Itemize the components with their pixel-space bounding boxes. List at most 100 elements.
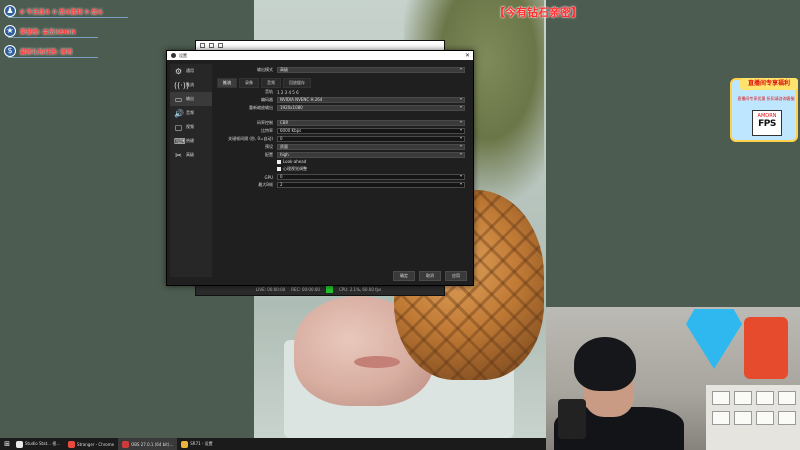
- folder-taskbar-icon: [181, 440, 189, 448]
- subtab-0[interactable]: 推流: [217, 78, 237, 88]
- rescale-select[interactable]: 1920x1080: [277, 105, 465, 111]
- nav-item-label: 视频: [186, 124, 194, 129]
- gpu-row: GPU 0: [215, 174, 465, 180]
- subtab-3[interactable]: 回放缓存: [283, 78, 311, 88]
- overlay-row: ★ 荣誉榜: 会员REIGN: [4, 24, 75, 38]
- bframes-row: 最大B帧 2: [215, 182, 465, 188]
- taskbar-item-3[interactable]: SR71 - 设置: [177, 438, 216, 450]
- nav-item-3[interactable]: 🔊 音频: [170, 106, 212, 120]
- taskbar-item-1[interactable]: Stranger - Chrome: [64, 438, 118, 450]
- chrome-taskbar-icon: [68, 440, 76, 448]
- video-icon: ▢: [174, 122, 183, 132]
- nav-item-label: 高级: [186, 152, 194, 157]
- taskbar: ⊞ Studio Stat... 视... Stranger - Chrome OB…: [0, 438, 546, 450]
- rate-control-row: 码率控制 CBR: [215, 120, 465, 126]
- psycho-visual-checkbox[interactable]: 心理视觉调整: [277, 166, 307, 172]
- nav-item-2[interactable]: ▭ 输出: [170, 92, 212, 106]
- keyframe-input[interactable]: 0: [277, 136, 465, 142]
- nav-item-4[interactable]: ▢ 视频: [170, 120, 212, 134]
- promo-title: 直播间专享福利: [740, 78, 798, 90]
- overlay-text: 最新礼物打赏: 狮哥: [20, 48, 73, 56]
- output-settings-panel: 输出模式 高级 推流录像音频回放缓存 音轨 1 2 3 4 5 6 编码器 NV…: [215, 64, 471, 277]
- dialog-title: 设置: [179, 52, 187, 58]
- overlay-underline: [8, 37, 98, 38]
- lookahead-checkbox[interactable]: Look-ahead: [277, 159, 306, 164]
- streamer: [554, 337, 684, 450]
- app-taskbar-icon: [122, 440, 130, 448]
- obs-taskbar-icon: [16, 440, 23, 448]
- audio-track-checkboxes[interactable]: 1 2 3 4 5 6: [277, 90, 299, 95]
- subtab-1[interactable]: 录像: [239, 78, 259, 88]
- obs-logo-icon: [171, 53, 176, 58]
- close-icon[interactable]: ✕: [465, 52, 470, 59]
- stream-icon: ((·)): [174, 80, 190, 90]
- nav-item-5[interactable]: ⌨ 热键: [170, 134, 212, 148]
- overlay-underline: [8, 57, 98, 58]
- gear-icon: ⚙: [174, 66, 183, 76]
- nav-item-1[interactable]: ((·)) 推流: [170, 78, 212, 92]
- promo-subtitle: 直播间专享优惠 折扣请咨询客服: [737, 96, 795, 101]
- microphone: [558, 399, 586, 439]
- bitrate-input[interactable]: 6000 Kbps: [277, 128, 465, 134]
- star-icon: ★: [4, 25, 16, 37]
- promo-card: 直播间专享福利 直播间专享优惠 折扣请咨询客服 AMORN FPS: [730, 78, 798, 142]
- output-icon: ▭: [174, 94, 183, 104]
- taskbar-item-label: SR71 - 设置: [190, 441, 213, 446]
- nav-item-label: 热键: [186, 138, 194, 143]
- output-mode-select[interactable]: 高级: [277, 67, 465, 73]
- lookahead-row: Look-ahead: [277, 159, 306, 164]
- taskbar-item-2[interactable]: OBS 27.0.1 (64 bit)...: [118, 438, 178, 450]
- dialog-buttons: 确定 取消 应用: [393, 271, 467, 281]
- encoder-select[interactable]: NVIDIA NVENC H.264: [277, 97, 465, 103]
- taskbar-item-label: Stranger - Chrome: [77, 441, 115, 447]
- nav-item-6[interactable]: ✂ 高级: [170, 148, 212, 162]
- nav-item-label: 输出: [186, 96, 194, 101]
- profile-row: 配置 high: [215, 152, 465, 158]
- status-indicator: [325, 286, 333, 293]
- profile-select[interactable]: high: [277, 152, 465, 158]
- promo-logo: AMORN FPS: [752, 110, 782, 136]
- advanced-icon: ✂: [175, 150, 182, 160]
- overlay-text: 0 今日战斗 0 战斗胜利 0 战斗: [20, 8, 103, 16]
- taskbar-item-0[interactable]: Studio Stat... 视...: [12, 438, 64, 450]
- overlay-row: $ 最新礼物打赏: 狮哥: [4, 44, 73, 58]
- bitrate-row: 比特率 6000 Kbps: [215, 128, 465, 134]
- keyframe-row: 关键帧间隔 (秒, 0=自动) 0: [215, 136, 465, 142]
- subtab-2[interactable]: 音频: [261, 78, 281, 88]
- preset-select[interactable]: 质量: [277, 144, 465, 150]
- psycho-row: 心理视觉调整: [277, 166, 307, 172]
- nav-item-label: 音频: [186, 110, 194, 115]
- bear-figure: [744, 317, 788, 379]
- webcam-feed: [546, 307, 800, 450]
- shoe-shelf: [706, 385, 800, 450]
- nav-item-0[interactable]: ⚙ 通用: [170, 64, 212, 78]
- settings-dialog[interactable]: 设置 ✕ ⚙通用((·))推流▭输出🔊音频▢视频⌨热键✂高级 输出模式 高级 推…: [166, 50, 474, 286]
- hotkeys-icon: ⌨: [174, 136, 186, 146]
- encoder-row: 编码器 NVIDIA NVENC H.264: [215, 97, 465, 103]
- taskbar-item-label: OBS 27.0.1 (64 bit)...: [131, 441, 174, 447]
- settings-nav: ⚙ 通用 ((·)) 推流 ▭ 输出 🔊 音频 ▢ 视频 ⌨ 热键 ✂ 高级: [170, 64, 212, 277]
- obs-main-titlebar[interactable]: [196, 41, 444, 50]
- overlay-row: ♟ 0 今日战斗 0 战斗胜利 0 战斗: [4, 4, 103, 18]
- dialog-titlebar[interactable]: 设置 ✕: [167, 51, 473, 60]
- start-button[interactable]: ⊞: [2, 440, 12, 448]
- overlay-underline: [8, 17, 128, 18]
- bframes-input[interactable]: 2: [277, 182, 465, 188]
- taskbar-item-label: Studio Stat... 视...: [25, 441, 61, 446]
- preset-row: 预设 质量: [215, 144, 465, 150]
- cancel-button[interactable]: 取消: [419, 271, 441, 281]
- nav-item-label: 通用: [186, 68, 194, 73]
- nav-item-label: 推流: [186, 82, 194, 87]
- gpu-input[interactable]: 0: [277, 174, 465, 180]
- audio-icon: 🔊: [174, 108, 184, 118]
- top-banner: 【今有钻石亲密】: [494, 6, 582, 19]
- output-mode-label: 输出模式: [257, 67, 273, 72]
- apply-button[interactable]: 应用: [445, 271, 467, 281]
- ok-button[interactable]: 确定: [393, 271, 415, 281]
- audio-track-row: 音轨 1 2 3 4 5 6: [265, 89, 299, 95]
- output-mode-row: 输出模式 高级: [215, 67, 471, 73]
- rate-control-select[interactable]: CBR: [277, 120, 465, 126]
- overlay-text: 荣誉榜: 会员REIGN: [20, 28, 76, 36]
- dollar-icon: $: [4, 45, 16, 57]
- person-icon: ♟: [4, 5, 16, 17]
